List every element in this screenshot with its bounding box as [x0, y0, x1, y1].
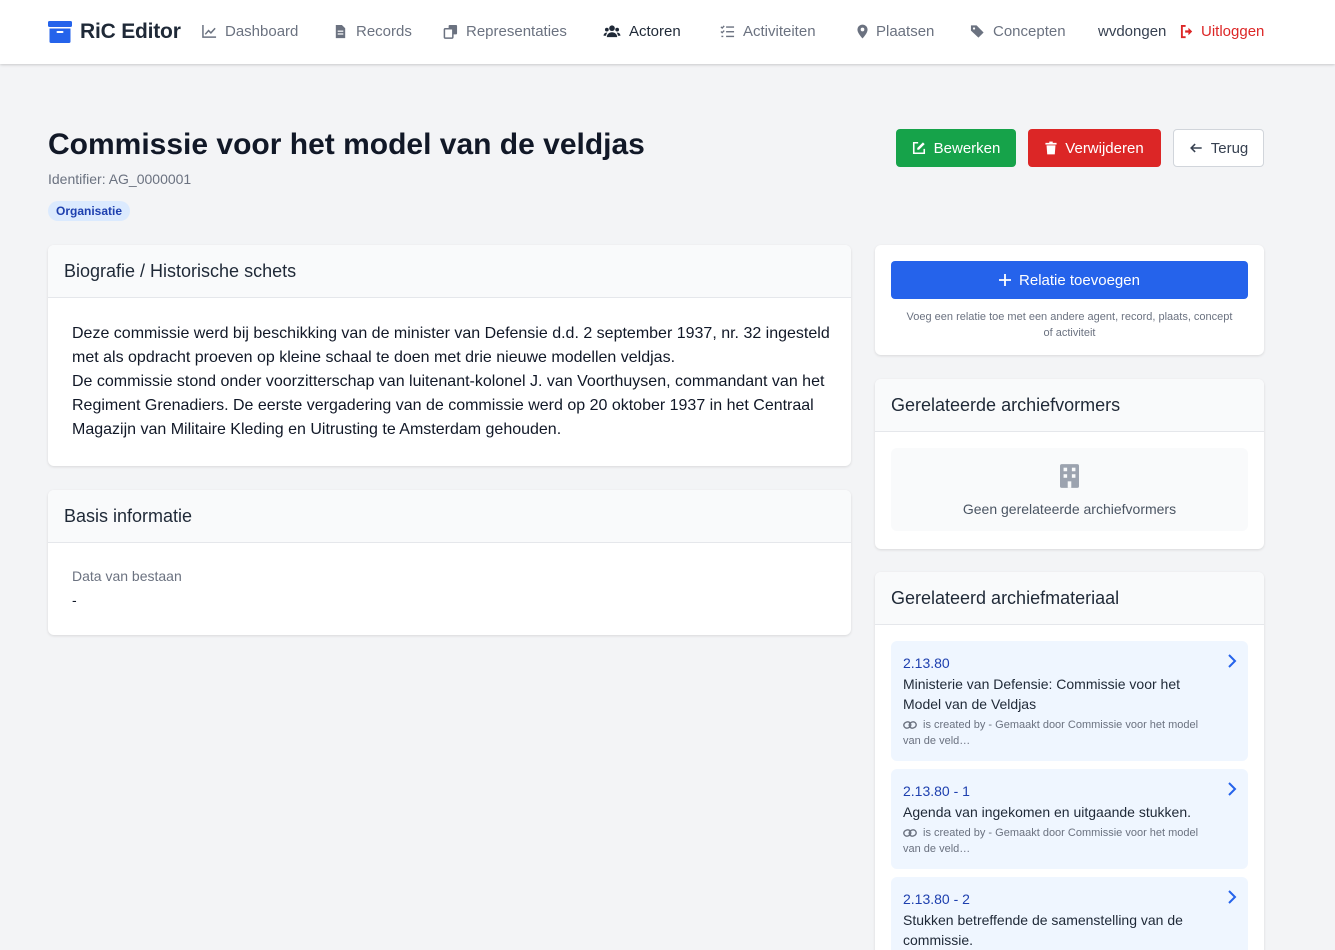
tags-icon [970, 25, 984, 38]
empty-state-text: Geen gerelateerde archiefvormers [962, 501, 1177, 517]
biography-text: Deze commissie werd bij beschikking van … [72, 322, 832, 442]
logout-link[interactable]: Uitloggen [1180, 23, 1264, 40]
related-records-heading: Gerelateerd archiefmateriaal [875, 572, 1264, 625]
nav-dashboard-label: Dashboard [225, 23, 299, 40]
nav-activiteiten[interactable]: Activiteiten [720, 23, 816, 40]
biography-card: Biografie / Historische schets Deze comm… [48, 245, 851, 466]
dates-of-existence-label: Data van bestaan [72, 568, 182, 584]
related-creators-heading: Gerelateerde archiefvormers [875, 379, 1264, 432]
nav-dashboard[interactable]: Dashboard [202, 23, 298, 40]
file-icon [335, 24, 346, 39]
nav-records-label: Records [356, 23, 412, 40]
nav-concepten[interactable]: Concepten [970, 23, 1066, 40]
link-icon [903, 829, 917, 837]
users-icon [603, 25, 621, 38]
arrow-left-icon [1189, 143, 1202, 153]
biography-paragraph: De commissie stond onder voorzitterschap… [72, 373, 825, 438]
record-code: 2.13.80 - 1 [903, 783, 970, 799]
chart-line-icon [202, 24, 217, 38]
chevron-right-icon [1228, 782, 1237, 796]
archive-box-icon [48, 21, 72, 43]
add-relation-help: Voeg een relatie toe met een andere agen… [906, 311, 1233, 339]
chevron-right-icon [1228, 654, 1237, 668]
biography-paragraph: Deze commissie werd bij beschikking van … [72, 325, 830, 366]
brand-name: RiC Editor [80, 20, 181, 43]
nav-activiteiten-label: Activiteiten [743, 23, 816, 40]
nav-representaties[interactable]: Representaties [443, 23, 567, 40]
edit-button[interactable]: Bewerken [896, 129, 1016, 167]
delete-button-label: Verwijderen [1065, 139, 1144, 157]
list-check-icon [720, 25, 735, 38]
nav-records[interactable]: Records [333, 23, 412, 40]
record-code: 2.13.80 - 2 [903, 891, 970, 907]
edit-icon [912, 141, 925, 155]
related-record-item[interactable]: 2.13.80 - 2 Stukken betreffende de samen… [891, 877, 1248, 950]
add-relation-card: Relatie toevoegen Voeg een relatie toe m… [875, 245, 1264, 355]
identifier: Identifier: AG_0000001 [48, 171, 192, 187]
plus-icon [999, 274, 1012, 286]
record-relation-text: is created by - Gemaakt door Commissie v… [903, 719, 1199, 747]
nav-actoren[interactable]: Actoren [603, 23, 681, 40]
add-relation-button[interactable]: Relatie toevoegen [891, 261, 1248, 299]
trash-icon [1045, 141, 1057, 155]
related-records-card: Gerelateerd archiefmateriaal 2.13.80 Min… [875, 572, 1264, 950]
link-icon [903, 721, 917, 729]
record-title: Stukken betreffende de samenstelling van… [903, 912, 1183, 948]
basic-info-card: Basis informatie Data van bestaan - [48, 490, 851, 635]
add-relation-label: Relatie toevoegen [1019, 271, 1140, 289]
back-button[interactable]: Terug [1173, 129, 1264, 167]
building-icon [1060, 464, 1079, 488]
record-relation: is created by - Gemaakt door Commissie v… [903, 717, 1203, 749]
basic-info-heading: Basis informatie [48, 490, 851, 543]
edit-button-label: Bewerken [933, 139, 1001, 157]
record-title: Agenda van ingekomen en uitgaande stukke… [903, 804, 1191, 820]
empty-state: Geen gerelateerde archiefvormers [891, 448, 1248, 531]
logout-label: Uitloggen [1201, 23, 1265, 40]
sign-out-icon [1180, 24, 1193, 39]
top-navbar: RiC Editor Dashboard Records Representat… [0, 0, 1335, 64]
related-record-item[interactable]: 2.13.80 Ministerie van Defensie: Commiss… [891, 641, 1248, 761]
brand[interactable]: RiC Editor [48, 20, 181, 44]
related-creators-card: Gerelateerde archiefvormers Geen gerelat… [875, 379, 1264, 549]
record-relation-text: is created by - Gemaakt door Commissie v… [903, 827, 1199, 855]
type-badge: Organisatie [48, 201, 131, 221]
nav-plaatsen[interactable]: Plaatsen [857, 23, 934, 40]
nav-actoren-label: Actoren [629, 23, 681, 40]
back-button-label: Terug [1210, 139, 1249, 157]
record-title: Ministerie van Defensie: Commissie voor … [903, 676, 1180, 712]
page-title: Commissie voor het model van de veldjas [48, 128, 645, 161]
delete-button[interactable]: Verwijderen [1028, 129, 1161, 167]
biography-heading: Biografie / Historische schets [48, 245, 851, 298]
nav-concepten-label: Concepten [993, 23, 1066, 40]
nav-representaties-label: Representaties [466, 23, 567, 40]
map-pin-icon [857, 24, 868, 39]
current-user: wvdongen [1098, 23, 1167, 40]
dates-of-existence-value: - [72, 592, 77, 608]
record-relation: is created by - Gemaakt door Commissie v… [903, 825, 1203, 857]
related-record-item[interactable]: 2.13.80 - 1 Agenda van ingekomen en uitg… [891, 769, 1248, 869]
nav-plaatsen-label: Plaatsen [876, 23, 935, 40]
chevron-right-icon [1228, 890, 1237, 904]
copy-icon [443, 24, 458, 39]
record-code: 2.13.80 [903, 655, 950, 671]
